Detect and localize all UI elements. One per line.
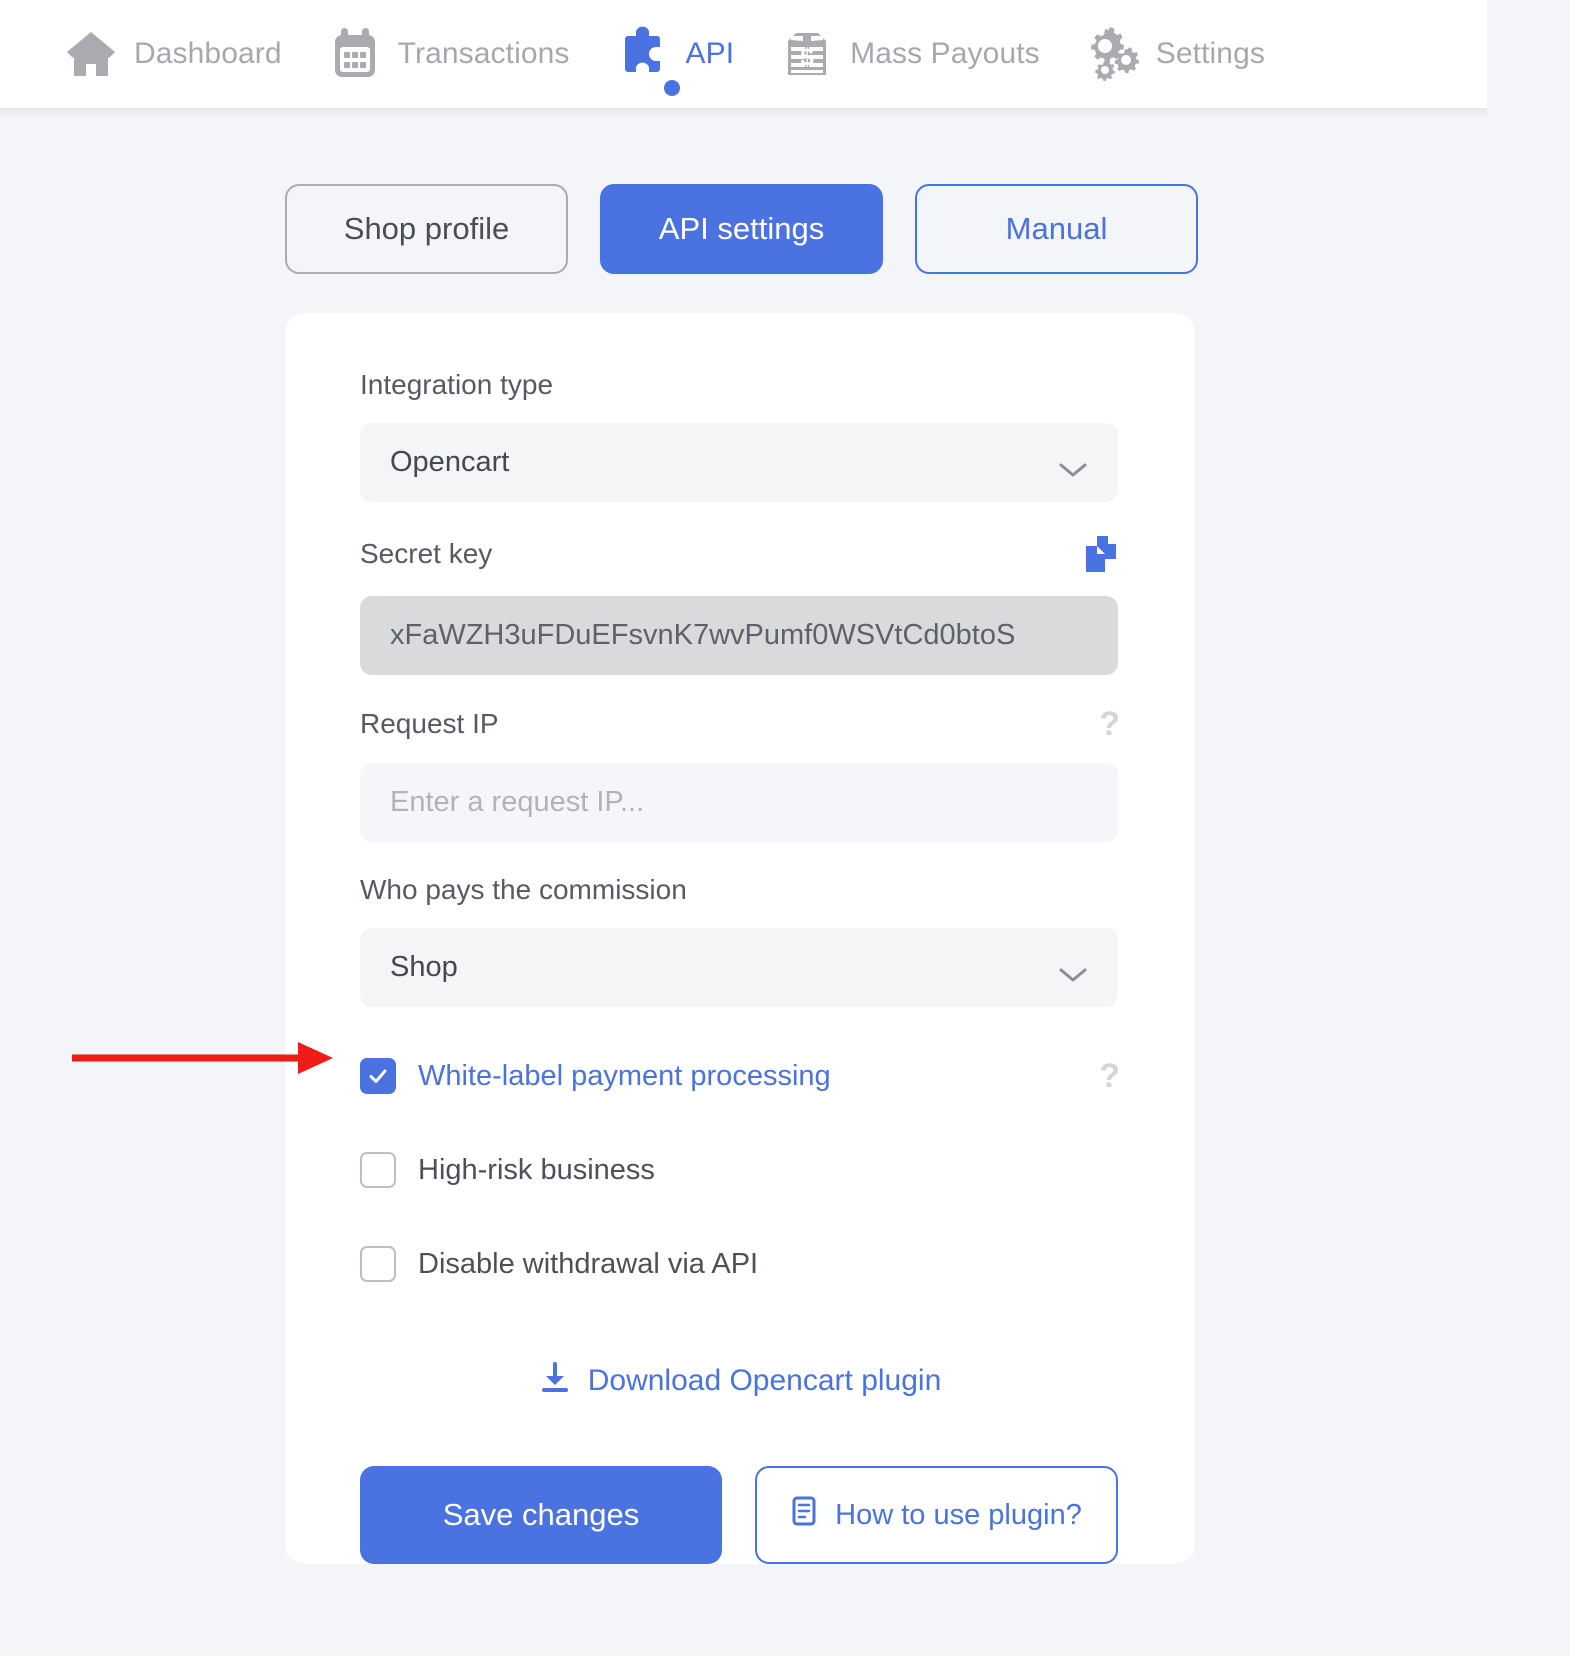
card-actions: Save changes How to use plugin? — [360, 1466, 1120, 1564]
request-ip-label: Request IP — [360, 708, 499, 739]
tab-api-settings[interactable]: API settings — [600, 184, 883, 274]
calendar-icon — [326, 25, 384, 83]
download-icon — [539, 1361, 571, 1400]
gears-icon — [1084, 25, 1142, 83]
integration-type-value: Opencart — [390, 446, 510, 478]
nav-item-dashboard[interactable]: Dashboard — [40, 0, 304, 108]
integration-type-select[interactable]: Opencart — [360, 423, 1118, 502]
nav-label: Dashboard — [134, 37, 282, 70]
download-plugin-link[interactable]: Download Opencart plugin — [360, 1361, 1120, 1400]
puzzle-piece-icon — [614, 25, 672, 83]
how-to-use-plugin-button[interactable]: How to use plugin? — [755, 1466, 1118, 1564]
commission-label: Who pays the commission — [360, 874, 687, 905]
request-ip-label-row: Request IP ? — [360, 707, 1120, 741]
checkbox-white-label[interactable] — [360, 1058, 396, 1094]
checkbox-row-disable-withdrawal: Disable withdrawal via API — [360, 1239, 1120, 1289]
secret-key-label-row: Secret key — [360, 534, 1120, 574]
commission-select[interactable]: Shop — [360, 928, 1118, 1007]
copy-icon[interactable] — [1082, 534, 1120, 574]
help-icon-request-ip[interactable]: ? — [1099, 707, 1120, 741]
nav-item-api[interactable]: API — [592, 0, 757, 108]
checkbox-high-risk[interactable] — [360, 1152, 396, 1188]
nav-label: Settings — [1155, 37, 1265, 70]
how-to-use-plugin-label: How to use plugin? — [835, 1498, 1082, 1531]
checkbox-label-high-risk[interactable]: High-risk business — [418, 1154, 655, 1187]
api-settings-card: Integration type Opencart Secret key xFa… — [285, 313, 1195, 1564]
checkbox-row-high-risk: High-risk business — [360, 1145, 1120, 1195]
download-link-text: Download Opencart plugin — [587, 1363, 942, 1397]
svg-text:$: $ — [800, 44, 814, 71]
secret-key-label: Secret key — [360, 538, 493, 569]
request-ip-input[interactable]: Enter a request IP... — [360, 763, 1118, 842]
money-stack-icon: $ — [778, 25, 836, 83]
nav-item-transactions[interactable]: Transactions — [304, 0, 592, 108]
nav-label: Mass Payouts — [850, 37, 1040, 70]
help-icon-white-label[interactable]: ? — [1099, 1059, 1120, 1093]
checkbox-disable-withdrawal[interactable] — [360, 1246, 396, 1282]
tab-shop-profile[interactable]: Shop profile — [285, 184, 568, 274]
nav-label: API — [685, 37, 735, 70]
commission-value: Shop — [390, 951, 458, 983]
nav-label: Transactions — [397, 37, 570, 70]
checkbox-label-disable-withdrawal[interactable]: Disable withdrawal via API — [418, 1248, 758, 1281]
save-changes-button[interactable]: Save changes — [360, 1466, 722, 1564]
nav-item-settings[interactable]: Settings — [1062, 0, 1287, 108]
checkbox-row-white-label: White-label payment processing ? — [360, 1051, 1120, 1101]
top-navigation-bar: Dashboard Transactions API $ Mass Payout… — [0, 0, 1487, 118]
chevron-down-icon — [1058, 454, 1088, 476]
check-icon — [369, 1069, 387, 1083]
checkbox-label-white-label[interactable]: White-label payment processing — [418, 1060, 831, 1093]
nav-item-mass-payouts[interactable]: $ Mass Payouts — [756, 0, 1062, 108]
chevron-down-icon — [1058, 959, 1088, 981]
settings-tab-group: Shop profile API settings Manual — [0, 184, 1570, 274]
integration-type-label: Integration type — [360, 369, 554, 400]
active-indicator-dot — [663, 80, 680, 96]
tab-manual[interactable]: Manual — [915, 184, 1198, 274]
home-icon — [62, 25, 120, 83]
document-icon — [791, 1495, 819, 1535]
secret-key-value[interactable]: xFaWZH3uFDuEFsvnK7wvPumf0WSVtCd0btoS — [360, 596, 1118, 675]
